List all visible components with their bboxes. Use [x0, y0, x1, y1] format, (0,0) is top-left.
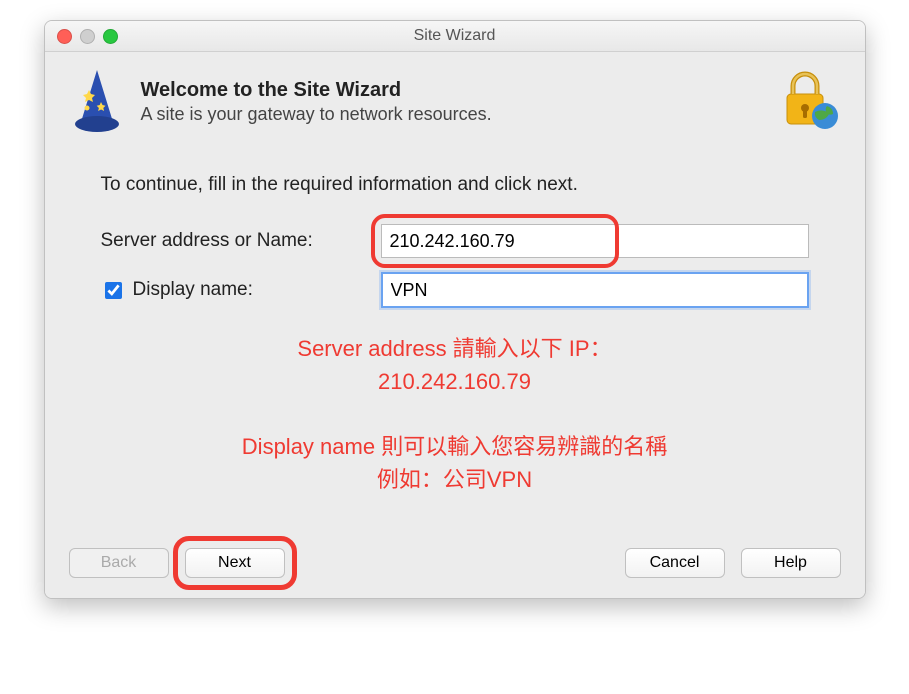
back-button: Back	[69, 548, 169, 578]
minimize-icon	[80, 29, 95, 44]
annotation-line-1: Server address 請輸入以下 IP：	[101, 332, 809, 365]
wizard-header: Welcome to the Site Wizard A site is you…	[45, 52, 865, 156]
annotation-line-2: 210.242.160.79	[101, 365, 809, 398]
annotation-line-3: Display name 則可以輸入您容易辨識的名稱	[101, 430, 809, 463]
wizard-hat-icon	[69, 66, 125, 138]
button-footer: Back Next Cancel Help	[45, 538, 865, 598]
cancel-button[interactable]: Cancel	[625, 548, 725, 578]
header-text: Welcome to the Site Wizard A site is you…	[141, 79, 492, 125]
display-name-label: Display name:	[133, 279, 253, 301]
titlebar: Site Wizard	[45, 21, 865, 52]
maximize-icon[interactable]	[103, 29, 118, 44]
help-button[interactable]: Help	[741, 548, 841, 578]
header-title: Welcome to the Site Wizard	[141, 79, 492, 102]
instruction-text: To continue, fill in the required inform…	[101, 174, 809, 196]
window-title: Site Wizard	[45, 27, 865, 45]
next-button[interactable]: Next	[185, 548, 285, 578]
site-wizard-window: Site Wizard Welcome to the Site Wizard A…	[44, 20, 866, 599]
server-address-input[interactable]	[381, 224, 809, 258]
server-address-label: Server address or Name:	[101, 230, 381, 252]
annotation-text: Server address 請輸入以下 IP： 210.242.160.79 …	[101, 332, 809, 496]
close-icon[interactable]	[57, 29, 72, 44]
content-area: Welcome to the Site Wizard A site is you…	[45, 52, 865, 598]
header-subtitle: A site is your gateway to network resour…	[141, 104, 492, 125]
wizard-body: To continue, fill in the required inform…	[45, 156, 865, 538]
display-name-row: Display name:	[101, 272, 809, 308]
display-name-input[interactable]	[381, 272, 809, 308]
server-address-row: Server address or Name:	[101, 224, 809, 258]
display-name-checkbox[interactable]	[105, 282, 122, 299]
annotation-line-4: 例如：公司VPN	[101, 463, 809, 496]
window-controls	[45, 29, 118, 44]
lock-globe-icon	[777, 68, 841, 132]
